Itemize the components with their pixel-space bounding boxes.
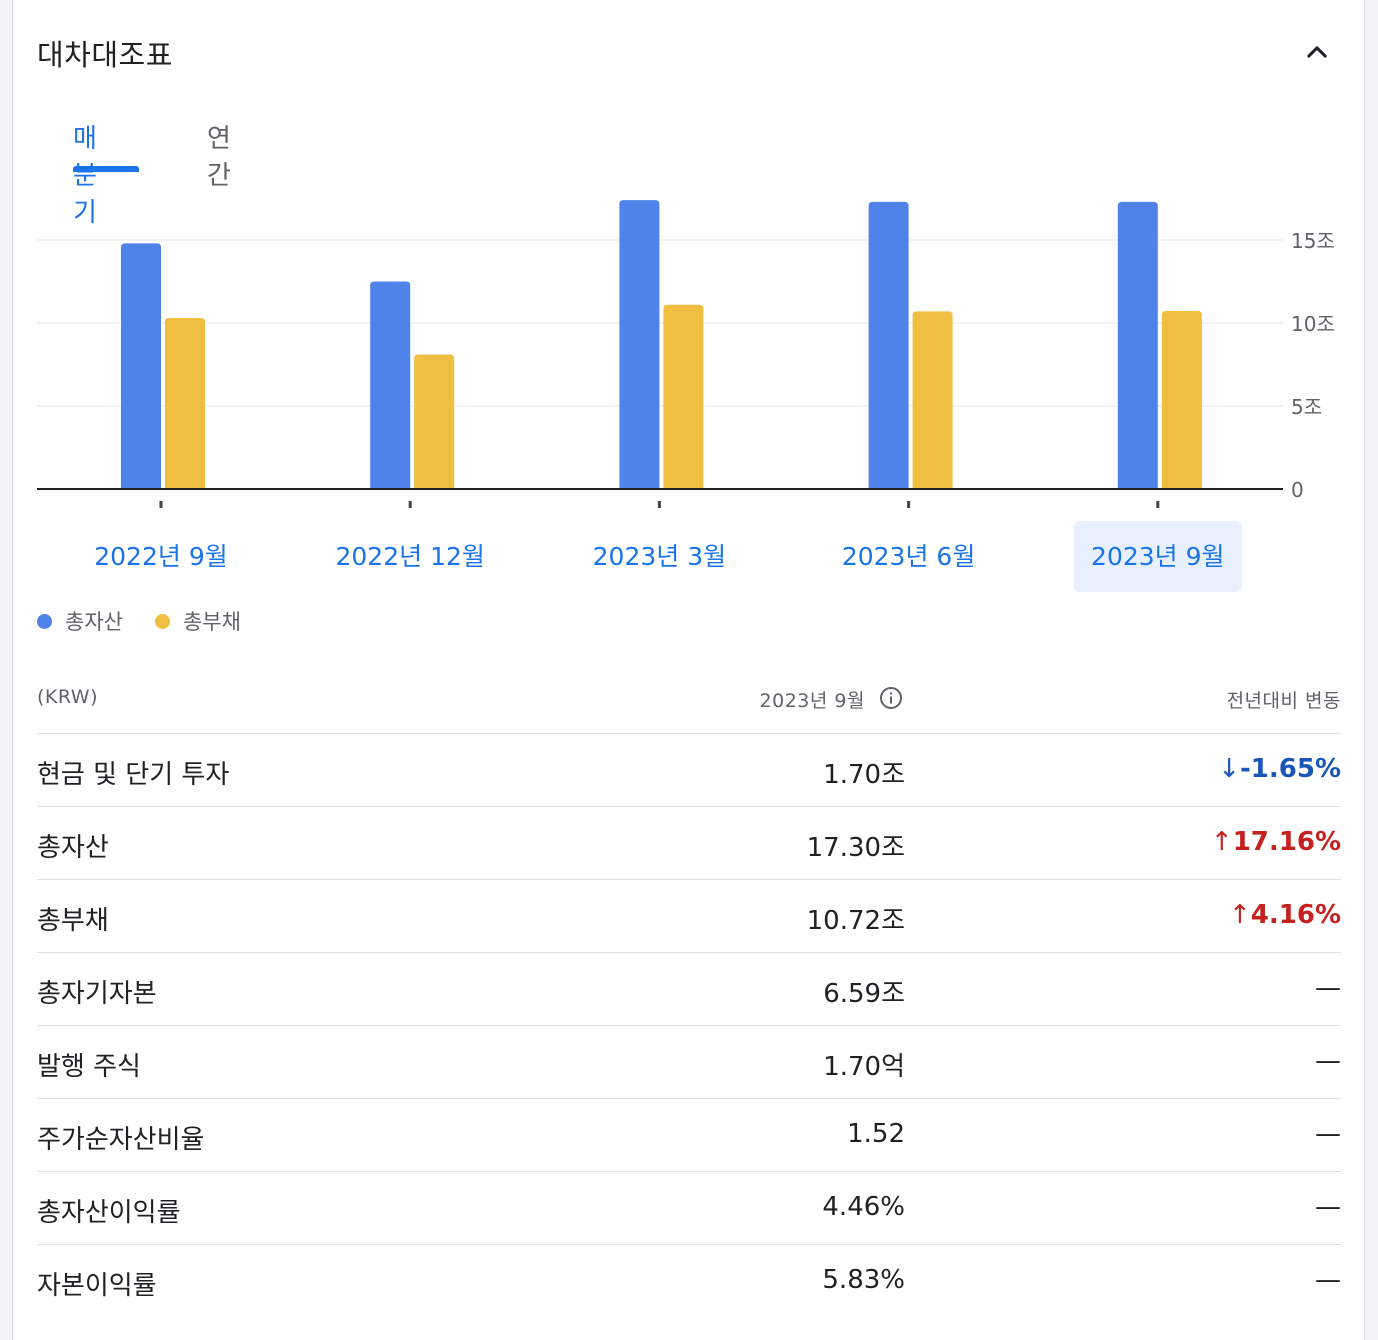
x-tick-label[interactable]: 2022년 12월 <box>336 542 485 571</box>
table-header: (KRW) 2023년 9월 전년대비 변동 <box>37 676 1341 732</box>
row-value: 1.70조 <box>823 760 905 790</box>
bar-total-liabilities[interactable] <box>1161 311 1202 489</box>
tab-annual[interactable]: 연간 <box>203 118 235 191</box>
active-tab-indicator <box>73 166 139 172</box>
balance-sheet-chart: 0 5조 10조 15조 2022년 9월 2022년 12월 2023년 3월 2023년 … <box>37 200 1335 592</box>
row-change-value: — <box>1315 973 1341 1003</box>
row-label: 총부채 <box>37 906 109 936</box>
table-row: 총자기자본 6.59조 — <box>37 952 1341 1025</box>
x-tick-label[interactable]: 2023년 3월 <box>593 542 726 571</box>
bar-total-assets[interactable] <box>1117 201 1158 489</box>
y-tick-label: 10조 <box>1291 312 1335 336</box>
row-label: 자본이익률 <box>37 1271 157 1301</box>
x-tick-label[interactable]: 2022년 9월 <box>94 542 227 571</box>
table-row: 현금 및 단기 투자 1.70조 ↓-1.65% <box>37 733 1341 806</box>
row-label: 발행 주식 <box>37 1052 141 1082</box>
row-change: — <box>1315 1265 1341 1295</box>
row-change-value: 4.16% <box>1250 900 1341 930</box>
balance-sheet-card: 대차대조표 매분기 연간 0 5조 10조 15조 2022년 9월 2022년 12월 2… <box>12 0 1365 1340</box>
row-label: 현금 및 단기 투자 <box>37 760 230 790</box>
row-value: 5.83% <box>822 1265 905 1295</box>
row-change-value: — <box>1315 1265 1341 1295</box>
x-tick-label[interactable]: 2023년 6월 <box>842 542 975 571</box>
financial-table: 현금 및 단기 투자 1.70조 ↓-1.65% 총자산 17.30조 ↑17.16% 총부… <box>37 733 1341 1317</box>
bar-total-assets[interactable] <box>370 281 411 490</box>
row-change: — <box>1315 973 1341 1003</box>
arrow-up-icon: ↑ <box>1210 827 1233 857</box>
y-tick-label: 5조 <box>1291 395 1322 419</box>
legend-label-assets: 총자산 <box>65 610 123 634</box>
change-label: 전년대비 변동 <box>1226 690 1341 712</box>
bar-total-assets[interactable] <box>868 201 909 489</box>
row-label: 총자산 <box>37 833 109 863</box>
legend-item-assets: 총자산 <box>37 606 123 636</box>
row-change-value: — <box>1315 1192 1341 1222</box>
bar-total-liabilities[interactable] <box>165 318 205 489</box>
bar-total-liabilities[interactable] <box>912 311 953 489</box>
row-value: 1.70억 <box>823 1052 905 1082</box>
row-change: ↓-1.65% <box>1218 754 1341 784</box>
bar-total-assets[interactable] <box>121 243 161 489</box>
arrow-up-icon: ↑ <box>1229 900 1251 930</box>
table-row: 자본이익률 5.83% — <box>37 1244 1341 1317</box>
bar-total-liabilities[interactable] <box>414 354 455 489</box>
bar-total-assets[interactable] <box>619 200 660 489</box>
row-value: 10.72조 <box>806 906 905 936</box>
collapse-button[interactable] <box>1297 32 1337 72</box>
row-change-value: — <box>1315 1046 1341 1076</box>
bar-total-liabilities[interactable] <box>663 304 704 489</box>
table-row: 총자산 17.30조 ↑17.16% <box>37 806 1341 879</box>
table-row: 총부채 10.72조 ↑4.16% <box>37 879 1341 952</box>
y-tick-label: 15조 <box>1291 229 1335 253</box>
row-value: 6.59조 <box>823 979 905 1009</box>
legend-item-liabilities: 총부채 <box>154 606 241 636</box>
section-title: 대차대조표 <box>37 38 173 72</box>
period-label: 2023년 9월 <box>759 690 865 712</box>
y-tick-label: 0 <box>1291 478 1304 502</box>
row-value: 4.46% <box>822 1192 905 1222</box>
table-row: 총자산이익률 4.46% — <box>37 1171 1341 1244</box>
row-change: ↑4.16% <box>1229 900 1341 930</box>
row-label: 총자산이익률 <box>37 1198 181 1228</box>
x-tick-label[interactable]: 2023년 9월 <box>1091 542 1224 571</box>
table-row: 발행 주식 1.70억 — <box>37 1025 1341 1098</box>
arrow-down-icon: ↓ <box>1218 754 1240 784</box>
currency-label: (KRW) <box>37 686 99 708</box>
chevron-up-icon <box>1307 46 1327 58</box>
row-change-value: 17.16% <box>1232 827 1341 857</box>
row-change: ↑17.16% <box>1211 827 1341 857</box>
legend-label-liabilities: 총부채 <box>182 610 241 634</box>
row-change-value: — <box>1315 1119 1341 1149</box>
row-change: — <box>1315 1119 1341 1149</box>
legend-dot-liabilities <box>154 613 170 629</box>
legend-dot-assets <box>37 613 52 629</box>
row-value: 17.30조 <box>806 833 905 863</box>
row-label: 총자기자본 <box>37 979 157 1009</box>
row-label: 주가순자산비율 <box>37 1125 205 1155</box>
row-value: 1.52 <box>847 1119 905 1149</box>
row-change-value: -1.65% <box>1240 754 1341 784</box>
row-change: — <box>1315 1192 1341 1222</box>
row-change: — <box>1315 1046 1341 1076</box>
chart-legend: 총자산 총부채 <box>37 606 273 636</box>
info-icon[interactable] <box>879 686 903 710</box>
table-row: 주가순자산비율 1.52 — <box>37 1098 1341 1171</box>
